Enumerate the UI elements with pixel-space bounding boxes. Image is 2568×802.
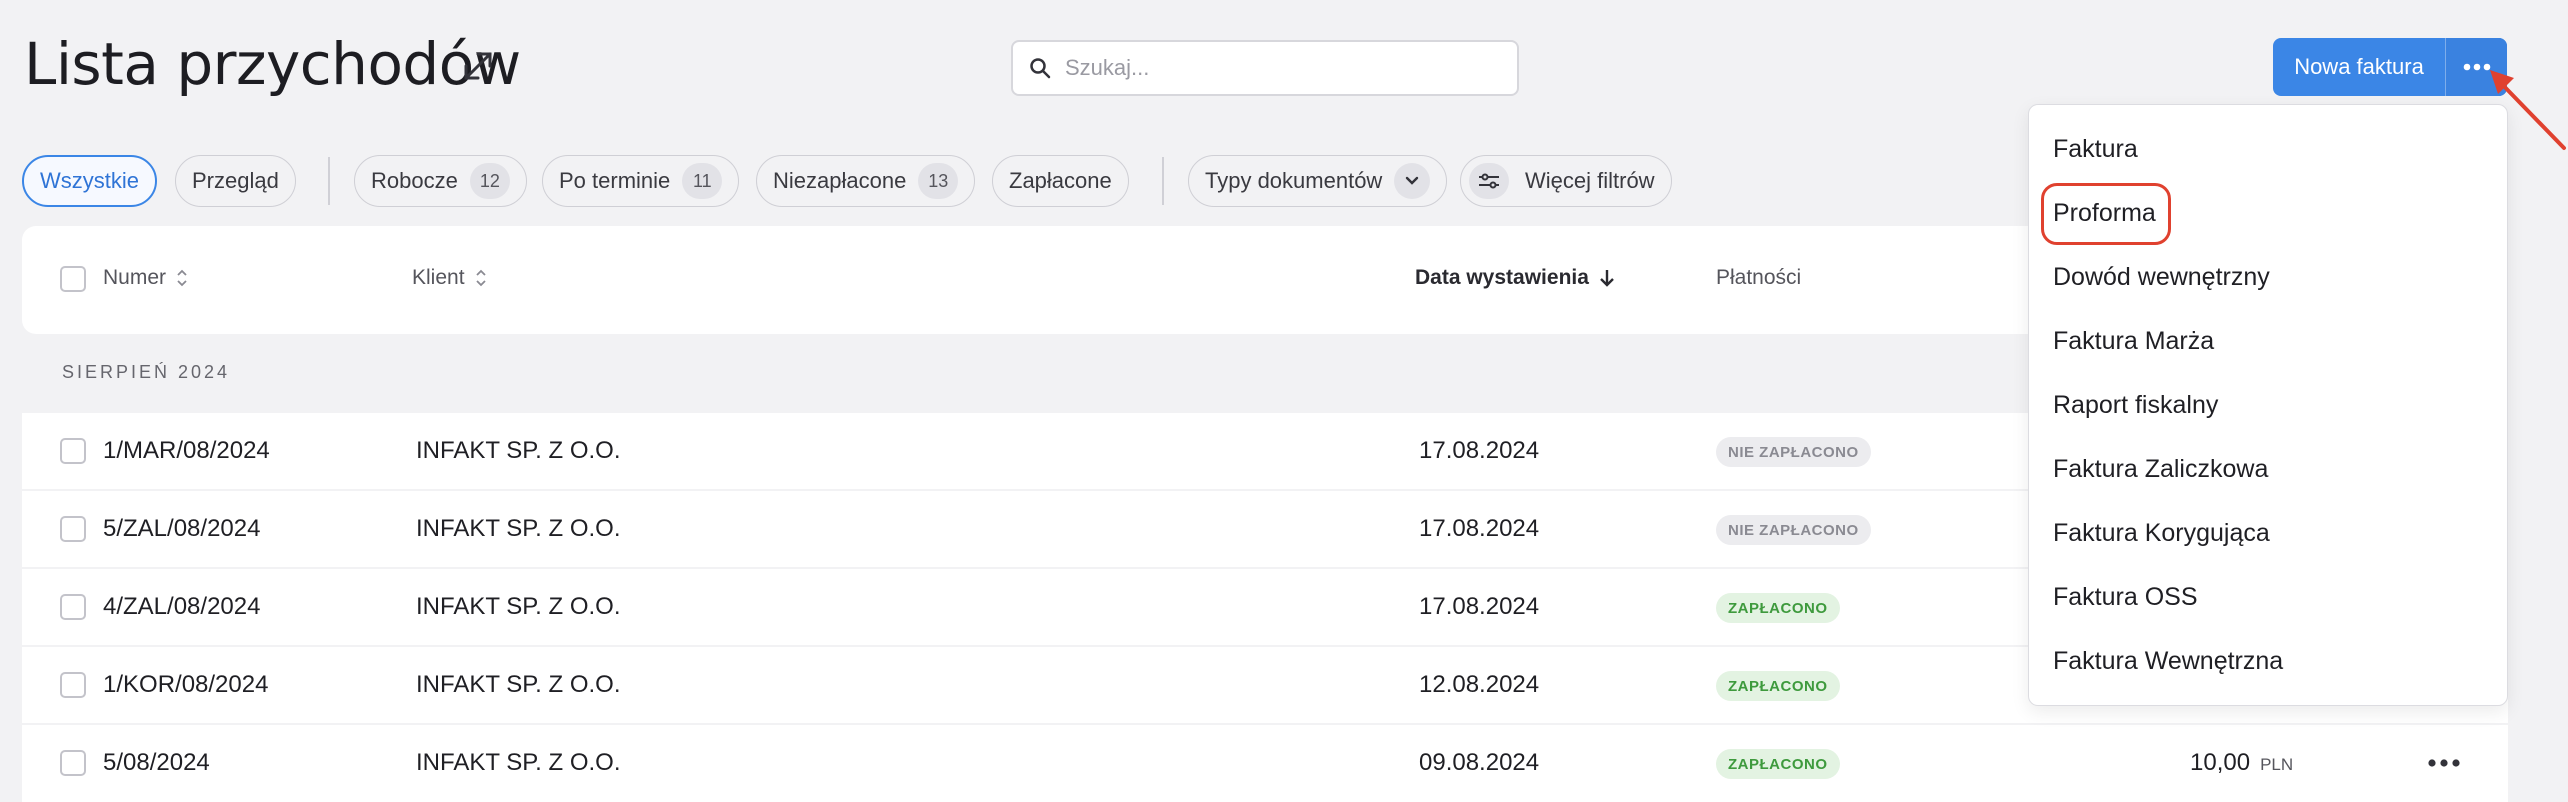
row-checkbox[interactable] <box>60 672 86 698</box>
more-dots-icon[interactable] <box>2424 751 2464 775</box>
filter-document-types[interactable]: Typy dokumentów <box>1188 155 1448 207</box>
filter-overdue[interactable]: Po terminie 11 <box>542 155 740 207</box>
filter-count: 12 <box>469 163 510 199</box>
menu-item-faktura-zaliczkowa[interactable]: Faktura Zaliczkowa <box>2053 449 2268 489</box>
group-label: SIERPIEŃ 2024 <box>62 362 231 382</box>
status-badge: ZAPŁACONO <box>1716 593 1840 623</box>
menu-item-faktura-wewnetrzna[interactable]: Faktura Wewnętrzna <box>2053 641 2283 681</box>
status-badge: ZAPŁACONO <box>1716 671 1840 701</box>
filter-divider <box>328 157 330 205</box>
row-date: 17.08.2024 <box>1419 515 1540 542</box>
column-client[interactable]: Klient <box>412 266 487 290</box>
filter-label: Typy dokumentów <box>1205 168 1383 193</box>
amount-value: 10,00 <box>2190 749 2251 776</box>
new-invoice-split-button: Nowa faktura <box>2273 38 2507 96</box>
row-date: 12.08.2024 <box>1419 671 1540 698</box>
row-number: 5/08/2024 <box>103 749 210 776</box>
chevron-down-icon <box>1394 163 1431 199</box>
column-payments[interactable]: Płatności <box>1716 266 1801 290</box>
select-all-checkbox[interactable] <box>60 266 86 292</box>
row-client: INFAKT SP. Z O.O. <box>416 515 621 542</box>
filter-label: Wszystkie <box>40 168 139 193</box>
expand-icon[interactable] <box>460 48 496 84</box>
row-date: 17.08.2024 <box>1419 437 1540 464</box>
filter-overview[interactable]: Przegląd <box>175 155 296 207</box>
row-date: 09.08.2024 <box>1419 749 1540 776</box>
menu-item-dowod-wewnetrzny[interactable]: Dowód wewnętrzny <box>2053 257 2270 297</box>
filter-label: Niezapłacone <box>773 168 907 193</box>
filter-all[interactable]: Wszystkie <box>22 155 157 207</box>
row-checkbox[interactable] <box>60 438 86 464</box>
search-box[interactable] <box>1011 40 1519 96</box>
filter-divider <box>1162 157 1164 205</box>
filter-count: 13 <box>918 163 959 199</box>
column-issue-date[interactable]: Data wystawienia <box>1415 266 1615 290</box>
sort-icon <box>475 269 486 287</box>
menu-item-faktura-korygujaca[interactable]: Faktura Korygująca <box>2053 513 2270 553</box>
new-document-dropdown: Faktura Proforma Dowód wewnętrzny Faktur… <box>2028 104 2508 706</box>
row-client: INFAKT SP. Z O.O. <box>416 593 621 620</box>
row-number: 1/KOR/08/2024 <box>103 671 269 698</box>
status-badge: NIE ZAPŁACONO <box>1716 437 1871 467</box>
column-label: Data wystawienia <box>1415 266 1589 289</box>
menu-item-faktura-marza[interactable]: Faktura Marża <box>2053 321 2214 361</box>
row-checkbox[interactable] <box>60 750 86 776</box>
row-date: 17.08.2024 <box>1419 593 1540 620</box>
status-badge: ZAPŁACONO <box>1716 749 1840 779</box>
row-amount: 10,00 PLN <box>2190 749 2293 777</box>
row-client: INFAKT SP. Z O.O. <box>416 671 621 698</box>
row-checkbox[interactable] <box>60 594 86 620</box>
filter-count: 11 <box>682 163 723 199</box>
filter-label: Zapłacone <box>1009 168 1112 193</box>
filter-label: Po terminie <box>559 168 671 193</box>
arrow-down-icon <box>1600 270 1614 287</box>
column-number[interactable]: Numer <box>103 266 188 290</box>
filter-paid[interactable]: Zapłacone <box>992 155 1129 207</box>
page: Lista przychodów Nowa faktura Wszystkie <box>0 0 2568 802</box>
filter-more-filters[interactable]: Więcej filtrów <box>1460 155 1672 207</box>
menu-item-faktura[interactable]: Faktura <box>2053 129 2138 169</box>
column-label: Numer <box>103 266 167 289</box>
table-row[interactable]: 5/08/2024 INFAKT SP. Z O.O. 09.08.2024 Z… <box>22 725 2508 802</box>
filter-unpaid[interactable]: Niezapłacone 13 <box>756 155 976 207</box>
filter-label: Więcej filtrów <box>1525 168 1655 193</box>
filter-label: Przegląd <box>192 168 279 193</box>
row-number: 1/MAR/08/2024 <box>103 437 270 464</box>
search-input[interactable] <box>1065 55 1485 81</box>
column-label: Klient <box>412 266 465 289</box>
row-number: 4/ZAL/08/2024 <box>103 593 261 620</box>
filter-drafts[interactable]: Robocze 12 <box>354 155 527 207</box>
page-title: Lista przychodów <box>24 30 521 98</box>
status-badge: NIE ZAPŁACONO <box>1716 515 1871 545</box>
new-invoice-button[interactable]: Nowa faktura <box>2273 38 2445 96</box>
filter-label: Robocze <box>371 168 458 193</box>
filter-sliders-icon <box>1469 163 1509 199</box>
menu-item-proforma[interactable]: Proforma <box>2053 193 2156 233</box>
sort-icon <box>177 269 187 287</box>
search-icon <box>1030 58 1051 79</box>
menu-item-faktura-oss[interactable]: Faktura OSS <box>2053 577 2198 617</box>
menu-item-raport-fiskalny[interactable]: Raport fiskalny <box>2053 385 2218 425</box>
row-client: INFAKT SP. Z O.O. <box>416 437 621 464</box>
row-number: 5/ZAL/08/2024 <box>103 515 261 542</box>
row-checkbox[interactable] <box>60 516 86 542</box>
amount-currency: PLN <box>2260 755 2294 774</box>
row-client: INFAKT SP. Z O.O. <box>416 749 621 776</box>
column-label: Płatności <box>1716 266 1802 289</box>
